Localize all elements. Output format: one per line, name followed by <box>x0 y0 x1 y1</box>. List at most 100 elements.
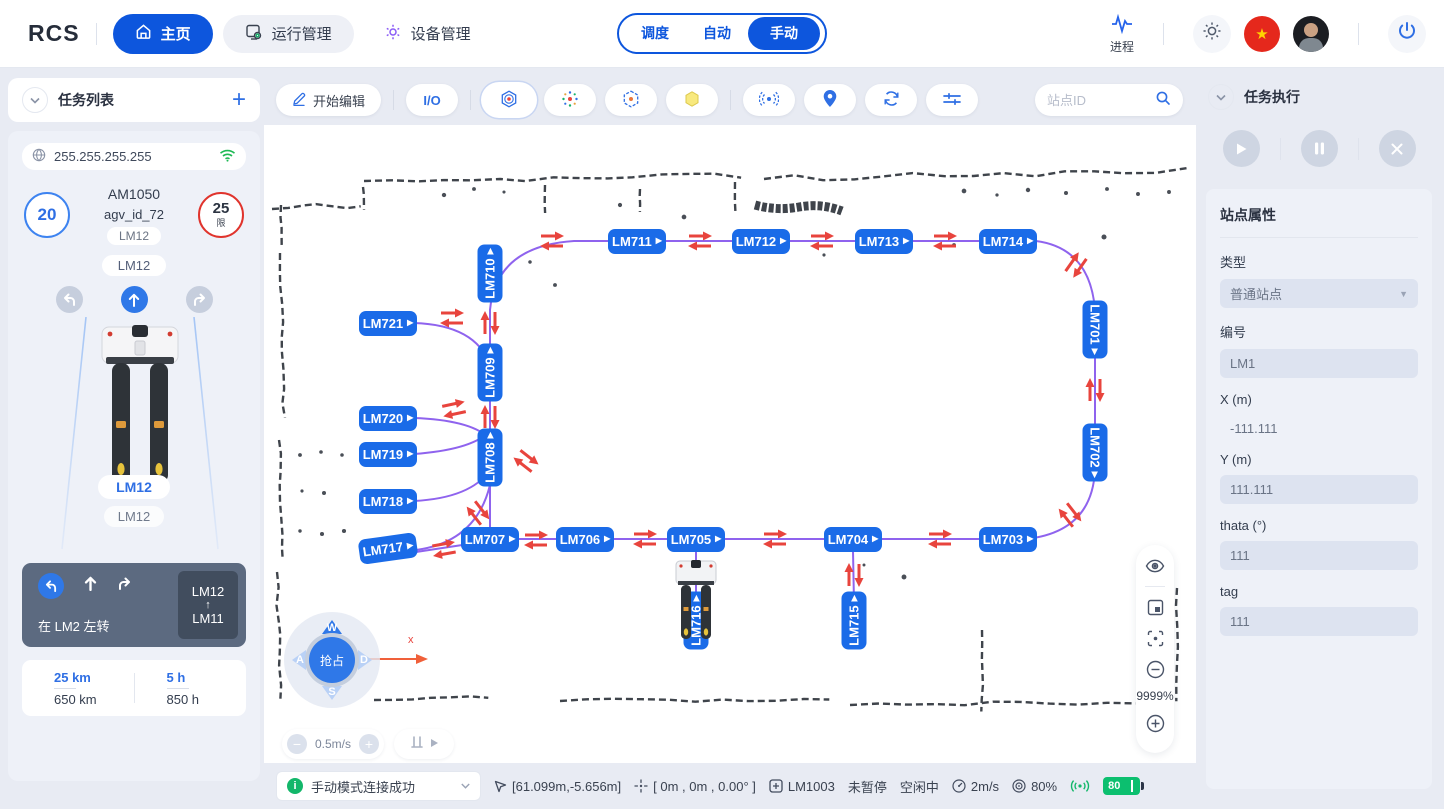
axis-x-label: x <box>408 634 414 646</box>
pause-button[interactable] <box>1301 130 1338 167</box>
station-label: LM720 <box>363 411 403 426</box>
sliders-icon <box>942 91 962 110</box>
direction-arrows <box>440 309 464 328</box>
field-tag: tag 111 <box>1220 584 1418 636</box>
station-LM706[interactable]: LM706▶ <box>556 527 614 552</box>
station-LM718[interactable]: LM718▶ <box>359 489 417 514</box>
theme-button[interactable] <box>1193 15 1231 53</box>
speed-control: − 0.5m/s + <box>282 729 384 759</box>
add-task-button[interactable]: + <box>232 90 246 110</box>
key-a-label: A <box>296 654 304 666</box>
go-straight-button[interactable] <box>121 286 148 313</box>
collapse-button[interactable] <box>22 87 48 113</box>
key-s-label: S <box>328 686 335 698</box>
station-LM713[interactable]: LM713▶ <box>855 229 913 254</box>
layer-path-button[interactable] <box>605 84 657 116</box>
tag-input[interactable]: 111 <box>1220 607 1418 636</box>
mode-dispatch[interactable]: 调度 <box>624 17 686 50</box>
view-tools: 9999% <box>1136 545 1174 753</box>
fork-control[interactable] <box>394 729 454 759</box>
map-canvas[interactable]: LM711▶ LM712▶ LM713▶ LM714▶ LM710▶ LM721▶ LM70… <box>264 125 1196 763</box>
io-button[interactable]: I/O <box>406 84 458 116</box>
station-LM719[interactable]: LM719▶ <box>359 442 417 467</box>
station-LM720[interactable]: LM720▶ <box>359 406 417 431</box>
filter-button[interactable] <box>926 84 978 116</box>
station-direction-icon: ▶ <box>1091 471 1099 477</box>
layer-pointcloud-button[interactable] <box>544 84 596 116</box>
station-search-input[interactable] <box>1047 93 1147 108</box>
station-direction-icon: ▶ <box>407 319 413 327</box>
route-path <box>1026 470 1095 539</box>
speed-plus-button[interactable]: + <box>359 734 379 754</box>
mode-manual[interactable]: 手动 <box>748 17 820 50</box>
station-LM703[interactable]: LM703▶ <box>979 527 1037 552</box>
wall-pointcloud <box>277 572 282 699</box>
location-pin-icon <box>822 89 838 111</box>
battery-indicator: 80 <box>1103 777 1140 795</box>
station-direction-icon: ▶ <box>407 450 413 458</box>
turn-left-button[interactable] <box>56 286 83 313</box>
seize-button[interactable]: 抢占 <box>309 637 355 683</box>
station-LM709[interactable]: LM709▶ <box>478 343 503 401</box>
hint-turn-right-icon <box>117 577 132 595</box>
minimap-button[interactable] <box>1144 596 1166 618</box>
refresh-button[interactable] <box>865 84 917 116</box>
y-input[interactable]: 111.111 <box>1220 475 1418 504</box>
station-LM704[interactable]: LM704▶ <box>824 527 882 552</box>
user-avatar[interactable] <box>1293 16 1329 52</box>
confidence: 80% <box>1012 779 1057 794</box>
center-focus-button[interactable] <box>1144 627 1166 649</box>
station-properties-panel: 站点属性 类型 普通站点 ▼ 编号 LM1 X (m) -111.111 Y (… <box>1206 189 1432 789</box>
code-input[interactable]: LM1 <box>1220 349 1418 378</box>
station-LM708[interactable]: LM708▶ <box>478 428 503 486</box>
layer-zone-button[interactable] <box>666 84 718 116</box>
zoom-in-button[interactable] <box>1144 712 1166 734</box>
type-select[interactable]: 普通站点 ▼ <box>1220 279 1418 308</box>
station-direction-icon: ▶ <box>850 595 858 601</box>
turn-right-button[interactable] <box>186 286 213 313</box>
gear-icon <box>384 23 402 45</box>
ip-field[interactable]: 255.255.255.255 <box>22 143 246 170</box>
cancel-button[interactable] <box>1379 130 1416 167</box>
visibility-button[interactable] <box>1144 555 1166 577</box>
wall-pointcloud <box>764 168 1187 180</box>
station-LM712[interactable]: LM712▶ <box>732 229 790 254</box>
nav-operations[interactable]: 运行管理 <box>223 15 354 53</box>
task-execution-sidebar: 任务执行 站点属性 类型 普通站点 ▼ 编号 LM1 <box>1196 67 1444 809</box>
x-value: -111.111 <box>1220 415 1418 438</box>
station-LM714[interactable]: LM714▶ <box>979 229 1037 254</box>
collapse-button[interactable] <box>1208 84 1234 110</box>
language-flag-icon[interactable]: ★ <box>1244 16 1280 52</box>
locate-button[interactable] <box>804 84 856 116</box>
status-message-dropdown[interactable]: i 手动模式连接成功 <box>276 771 481 801</box>
station-LM711[interactable]: LM711▶ <box>608 229 666 254</box>
speed-minus-button[interactable]: − <box>287 734 307 754</box>
start-edit-button[interactable]: 开始编辑 <box>276 84 381 116</box>
status-message: 手动模式连接成功 <box>311 777 453 796</box>
topbar-right: 进程 ★ <box>1110 13 1426 55</box>
nav-home[interactable]: 主页 <box>113 14 213 54</box>
station-LM707[interactable]: LM707▶ <box>461 527 519 552</box>
station-LM715[interactable]: LM715▶ <box>842 591 867 649</box>
mode-auto[interactable]: 自动 <box>686 17 748 50</box>
power-button[interactable] <box>1388 15 1426 53</box>
search-icon[interactable] <box>1155 90 1171 111</box>
process-button[interactable]: 进程 <box>1110 13 1134 55</box>
map-robot[interactable] <box>672 559 720 645</box>
nav-devices[interactable]: 设备管理 <box>362 14 493 54</box>
station-LM701[interactable]: LM701▶ <box>1083 300 1108 358</box>
target-icon <box>1012 779 1026 793</box>
direction-arrows <box>440 397 467 421</box>
station-LM710[interactable]: LM710▶ <box>478 244 503 302</box>
hint-straight-icon <box>84 576 97 596</box>
play-button[interactable] <box>1223 130 1260 167</box>
layer-station-button[interactable] <box>483 84 535 116</box>
scatter-dots-icon <box>560 89 580 112</box>
station-LM705[interactable]: LM705▶ <box>667 527 725 552</box>
lidar-button[interactable] <box>743 84 795 116</box>
zoom-out-button[interactable] <box>1144 658 1166 680</box>
thata-input[interactable]: 111 <box>1220 541 1418 570</box>
station-LM721[interactable]: LM721▶ <box>359 311 417 336</box>
station-LM702[interactable]: LM702▶ <box>1083 423 1108 481</box>
station-direction-icon: ▶ <box>486 432 494 438</box>
